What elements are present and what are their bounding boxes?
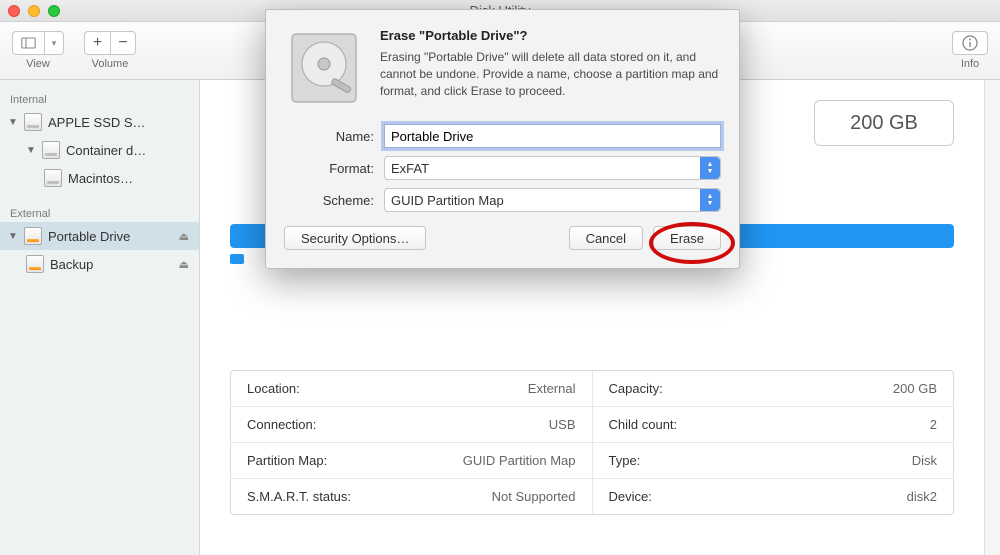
drive-icon <box>44 169 62 187</box>
remove-volume-button[interactable]: − <box>110 31 136 55</box>
cancel-button[interactable]: Cancel <box>569 226 643 250</box>
view-dropdown-button[interactable]: ▾ <box>44 31 64 55</box>
select-arrows-icon: ▲▼ <box>700 189 720 211</box>
capacity-box: 200 GB <box>814 100 954 146</box>
table-row: S.M.A.R.T. status: Not Supported Device: d… <box>231 479 953 514</box>
sidebar-header-external: External <box>0 202 199 222</box>
sidebar-icon <box>21 34 36 52</box>
info-key: Child count: <box>609 417 678 432</box>
drive-icon <box>24 113 42 131</box>
sidebar-header-internal: Internal <box>0 88 199 108</box>
sidebar-item-apple-ssd[interactable]: ▼ APPLE SSD S… <box>0 108 199 136</box>
view-group: ▾ View <box>12 31 64 70</box>
sidebar-item-label: Portable Drive <box>48 229 130 244</box>
chevron-down-icon: ▾ <box>52 38 57 49</box>
info-key: S.M.A.R.T. status: <box>247 489 351 504</box>
scrollbar[interactable] <box>984 80 1000 555</box>
sidebar-item-portable-drive[interactable]: ▼ Portable Drive ⏏ <box>0 222 199 250</box>
select-arrows-icon: ▲▼ <box>700 157 720 179</box>
info-group: Info <box>952 31 988 70</box>
table-row: Connection: USB Child count: 2 <box>231 407 953 443</box>
dialog-buttons: Security Options… Cancel Erase <box>284 226 721 250</box>
info-icon <box>961 34 979 52</box>
format-select[interactable]: ExFAT ▲▼ <box>384 156 721 180</box>
security-options-button[interactable]: Security Options… <box>284 226 426 250</box>
volume-group: + − Volume <box>84 31 136 70</box>
sidebar-item-label: APPLE SSD S… <box>48 115 146 130</box>
sidebar: Internal ▼ APPLE SSD S… ▼ Container d… M… <box>0 80 200 555</box>
external-drive-icon <box>24 227 42 245</box>
sidebar-item-label: Macintos… <box>68 171 133 186</box>
usage-legend-chip <box>230 254 244 264</box>
info-key: Partition Map: <box>247 453 327 468</box>
info-button[interactable] <box>952 31 988 55</box>
add-volume-button[interactable]: + <box>84 31 110 55</box>
info-key: Location: <box>247 381 300 396</box>
info-value: Not Supported <box>492 489 576 504</box>
dialog-description: Erasing "Portable Drive" will delete all… <box>380 49 721 99</box>
hard-drive-icon <box>284 28 364 108</box>
eject-icon[interactable]: ⏏ <box>179 258 189 271</box>
format-label: Format: <box>284 161 384 176</box>
disclosure-triangle-icon[interactable]: ▼ <box>8 231 18 242</box>
info-value: 200 GB <box>893 381 937 396</box>
drive-icon <box>42 141 60 159</box>
erase-button[interactable]: Erase <box>653 226 721 250</box>
sidebar-item-macintosh[interactable]: Macintos… <box>0 164 199 192</box>
info-label: Info <box>961 58 979 70</box>
view-label: View <box>26 58 50 70</box>
disk-utility-window: Disk Utility ▾ View + − Volume <box>0 0 1000 555</box>
sidebar-item-backup[interactable]: Backup ⏏ <box>0 250 199 278</box>
name-label: Name: <box>284 129 384 144</box>
info-key: Type: <box>609 453 641 468</box>
info-value: disk2 <box>907 489 937 504</box>
scheme-select[interactable]: GUID Partition Map ▲▼ <box>384 188 721 212</box>
view-sidebar-button[interactable] <box>12 31 44 55</box>
sidebar-item-label: Container d… <box>66 143 146 158</box>
volume-label: Volume <box>92 58 129 70</box>
dialog-form: Name: Format: ExFAT ▲▼ Scheme: GUID Part… <box>284 124 721 212</box>
table-row: Location: External Capacity: 200 GB <box>231 371 953 407</box>
info-value: Disk <box>912 453 937 468</box>
dialog-title: Erase "Portable Drive"? <box>380 28 721 43</box>
disclosure-triangle-icon[interactable]: ▼ <box>8 117 18 128</box>
scheme-value: GUID Partition Map <box>391 193 504 208</box>
info-key: Connection: <box>247 417 316 432</box>
sidebar-item-container[interactable]: ▼ Container d… <box>0 136 199 164</box>
disclosure-triangle-icon[interactable]: ▼ <box>26 145 36 156</box>
info-value: GUID Partition Map <box>463 453 576 468</box>
table-row: Partition Map: GUID Partition Map Type: Di… <box>231 443 953 479</box>
info-table: Location: External Capacity: 200 GB Connec… <box>230 370 954 515</box>
name-field[interactable] <box>384 124 721 148</box>
format-value: ExFAT <box>391 161 429 176</box>
erase-dialog: Erase "Portable Drive"? Erasing "Portabl… <box>265 9 740 269</box>
sidebar-item-label: Backup <box>50 257 93 272</box>
external-drive-icon <box>26 255 44 273</box>
info-key: Capacity: <box>609 381 663 396</box>
info-value: External <box>528 381 576 396</box>
info-value: 2 <box>930 417 937 432</box>
info-value: USB <box>549 417 576 432</box>
scheme-label: Scheme: <box>284 193 384 208</box>
info-key: Device: <box>609 489 652 504</box>
eject-icon[interactable]: ⏏ <box>179 230 189 243</box>
